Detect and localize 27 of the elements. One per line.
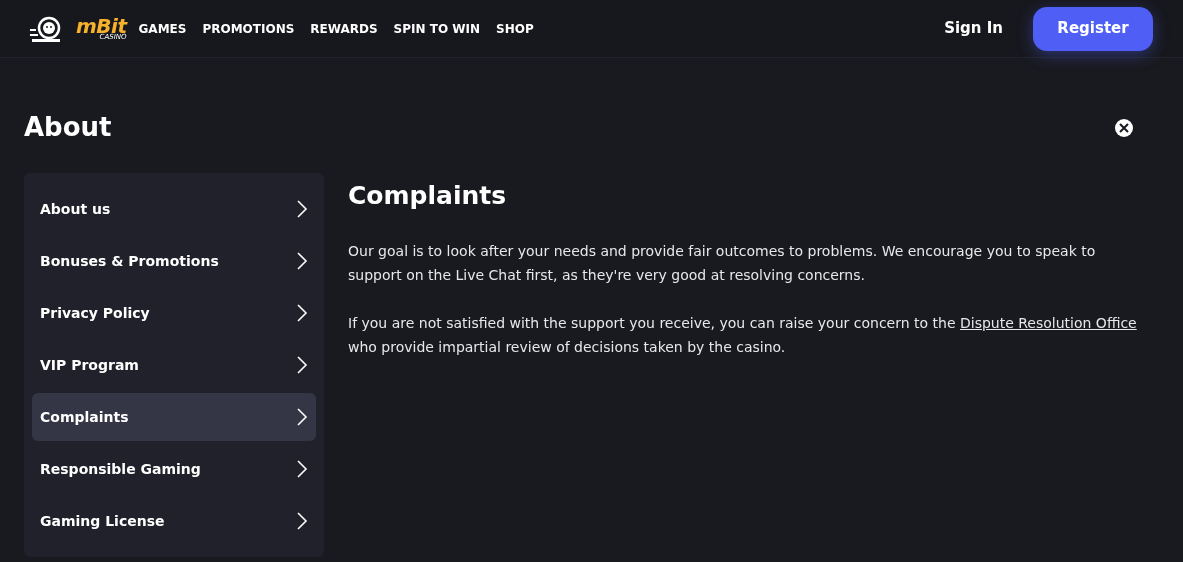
nav-link[interactable]: PROMOTIONS: [202, 19, 295, 38]
chevron-right-icon: [296, 459, 308, 479]
sidebar-item[interactable]: Privacy Policy: [32, 289, 316, 337]
sign-in-link[interactable]: Sign In: [944, 17, 1003, 40]
chevron-right-icon: [296, 511, 308, 531]
paragraph: Our goal is to look after your needs and provide fair outcomes to problems. We encourage you to speak to support on the Live Chat first, as they're very good at resolving concerns.: [348, 241, 1097, 285]
sidebar-item[interactable]: Bonuses & Promotions: [32, 237, 316, 285]
section-heading: Complaints: [348, 180, 508, 212]
chevron-right-icon: [296, 199, 308, 219]
sidebar-item[interactable]: Gaming License: [32, 497, 316, 545]
sidebar-item[interactable]: Complaints: [32, 393, 316, 441]
chevron-right-icon: [296, 303, 308, 323]
chevron-right-icon: [296, 355, 308, 375]
page-title: About: [24, 111, 112, 144]
chevron-right-icon: [296, 407, 308, 427]
close-icon[interactable]: [1115, 118, 1133, 137]
sidebar-item[interactable]: About us: [32, 185, 316, 233]
nav-link[interactable]: SHOP: [496, 19, 534, 38]
nav-link[interactable]: REWARDS: [310, 19, 378, 38]
register-button[interactable]: Register: [1033, 6, 1153, 51]
paragraph: If you are not satisfied with the support you receive, you can raise your concern to the Dispute Resolution Office who provide impartial review of decisions taken by the casino.: [348, 313, 1138, 357]
nav-link[interactable]: SPIN TO WIN: [393, 19, 481, 38]
sidebar-item[interactable]: VIP Program: [32, 341, 316, 389]
dispute-office-link[interactable]: Dispute Resolution Office: [960, 314, 1137, 331]
nav-link[interactable]: GAMES: [138, 19, 187, 38]
sidebar-item[interactable]: Responsible Gaming: [32, 445, 316, 493]
chevron-right-icon: [296, 251, 308, 271]
